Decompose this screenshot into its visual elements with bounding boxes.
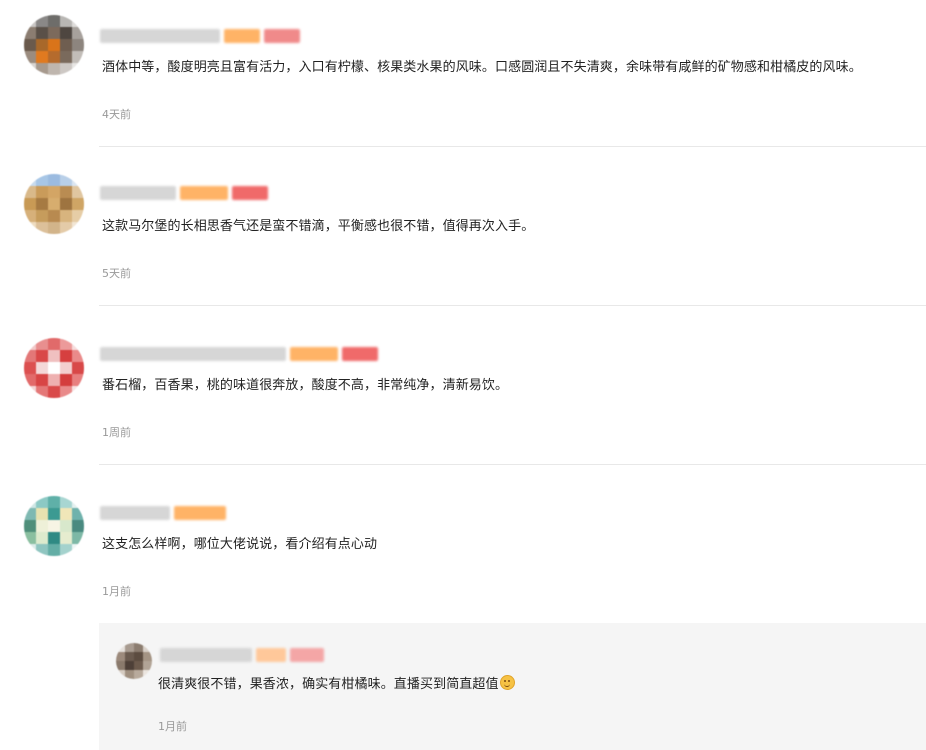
reply-item: 很清爽很不错，果香浓，确实有柑橘味。直播买到简直超值 1月前 [99, 623, 926, 750]
username[interactable] [160, 647, 324, 663]
divider [99, 146, 926, 147]
username[interactable] [100, 346, 378, 362]
username[interactable] [100, 185, 268, 201]
reply-time: 1月前 [158, 720, 187, 733]
comment-time: 4天前 [102, 108, 131, 121]
avatar[interactable] [24, 15, 84, 75]
avatar[interactable] [24, 496, 84, 556]
divider [99, 305, 926, 306]
username[interactable] [100, 505, 226, 521]
avatar[interactable] [24, 174, 84, 234]
comment-time: 1周前 [102, 426, 131, 439]
comment-time: 5天前 [102, 267, 131, 280]
comment-time: 1月前 [102, 585, 131, 598]
comment-text: 番石榴，百香果，桃的味道很奔放，酸度不高，非常纯净，清新易饮。 [102, 378, 509, 393]
comment-text: 这款马尔堡的长相思香气还是蛮不错滴，平衡感也很不错，值得再次入手。 [102, 219, 535, 234]
reply-text: 很清爽很不错，果香浓，确实有柑橘味。直播买到简直超值 [158, 675, 515, 695]
comment-text: 酒体中等，酸度明亮且富有活力，入口有柠檬、核果类水果的风味。口感圆润且不失清爽，… [102, 60, 862, 75]
avatar[interactable] [116, 643, 152, 679]
reply-text-content: 很清爽很不错，果香浓，确实有柑橘味。直播买到简直超值 [158, 677, 499, 692]
comment-text: 这支怎么样啊，哪位大佬说说，看介绍有点心动 [102, 537, 378, 552]
username[interactable] [100, 28, 300, 44]
divider [99, 464, 926, 465]
smiling-face-emoji-icon [499, 675, 515, 690]
avatar[interactable] [24, 338, 84, 398]
